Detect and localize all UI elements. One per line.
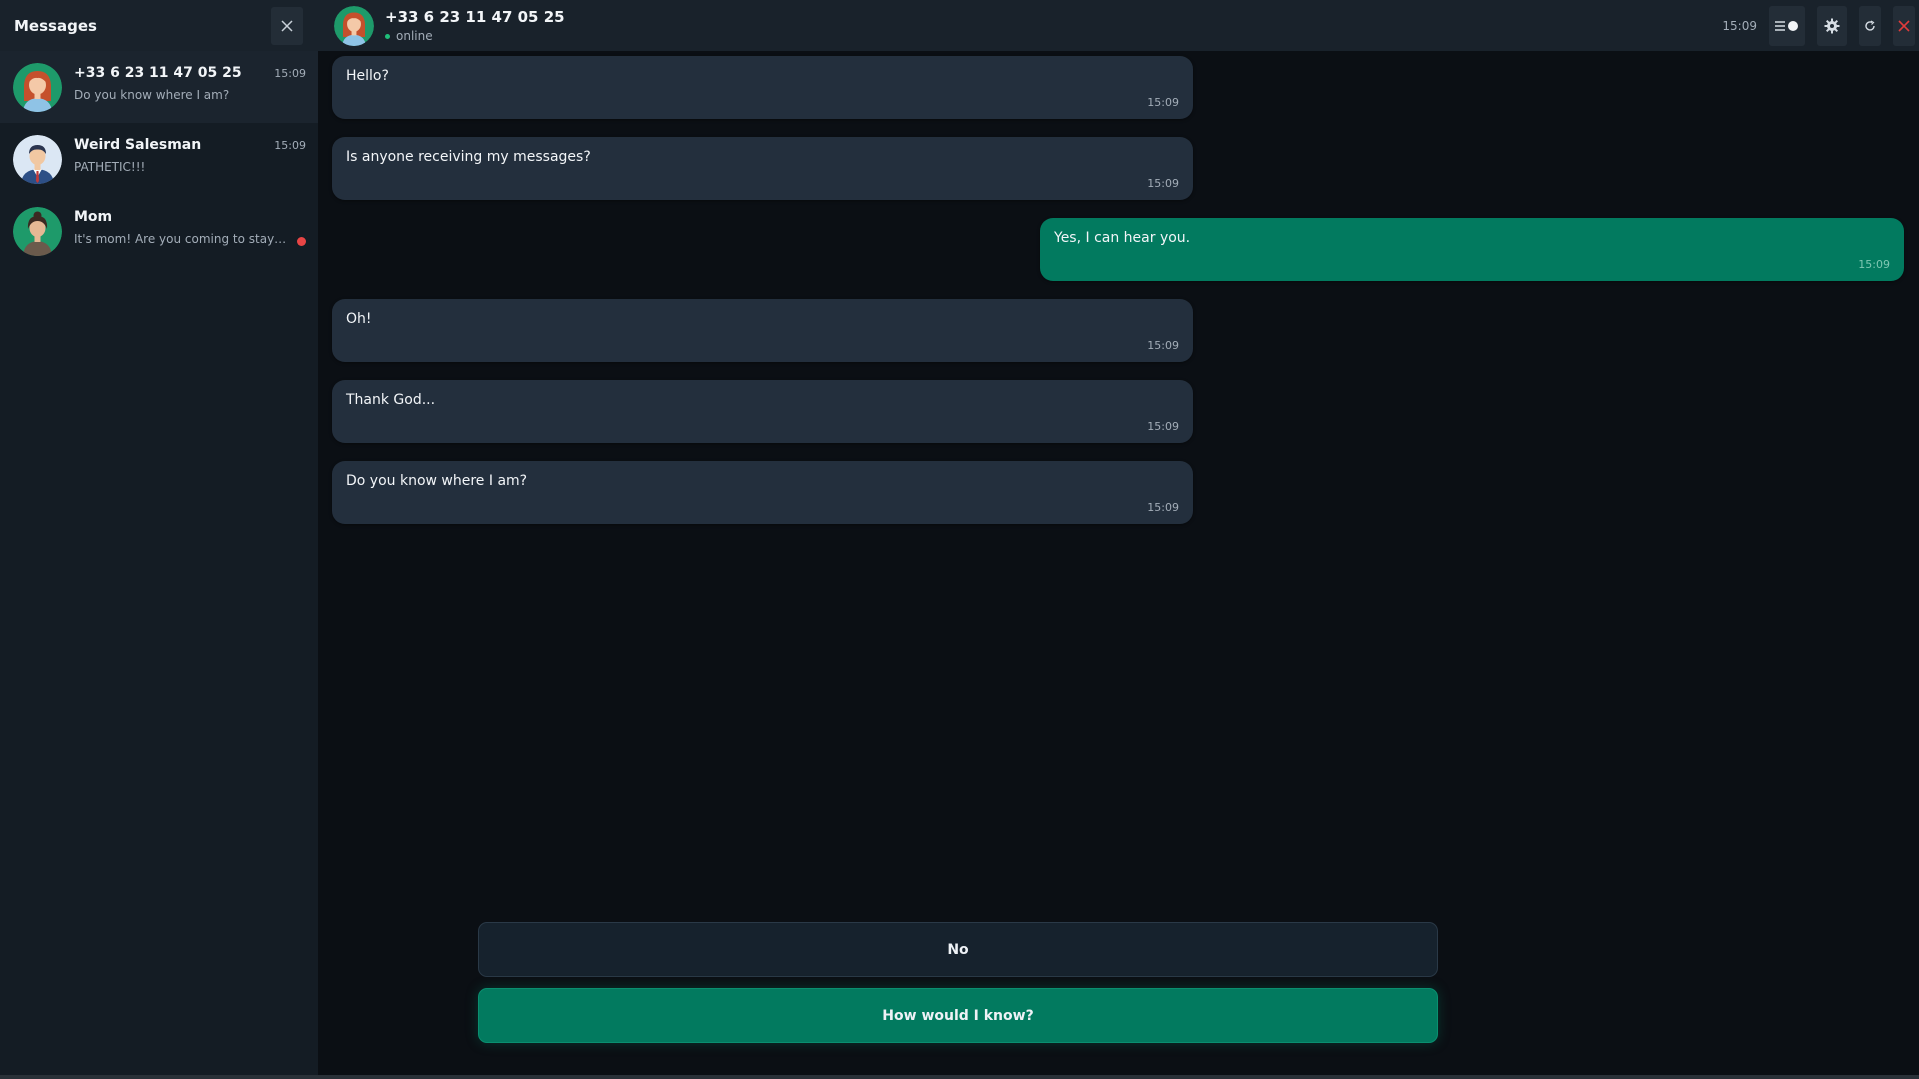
message-text: Is anyone receiving my messages?: [346, 149, 591, 165]
conversation-body: +33 6 23 11 47 05 25 15:09 Do you know w…: [74, 63, 306, 112]
conversation-preview: PATHETIC!!!: [74, 159, 146, 174]
sidebar-header: Messages: [0, 0, 318, 51]
conversation-time: 15:09: [274, 66, 306, 80]
message-text: Hello?: [346, 68, 389, 84]
chat-header: +33 6 23 11 47 05 25 online 15:09: [318, 0, 1919, 51]
conversation-name: Mom: [74, 208, 113, 225]
clock: 15:09: [1722, 18, 1757, 33]
conversation-body: Mom It's mom! Are you coming to stay fo.…: [74, 207, 306, 256]
conversation-preview: It's mom! Are you coming to stay fo...: [74, 231, 289, 246]
contact-info: +33 6 23 11 47 05 25 online: [385, 8, 565, 43]
avatar: [13, 62, 62, 112]
message-bubble-incoming: Do you know where I am? 15:09: [332, 461, 1193, 524]
conversation-preview: Do you know where I am?: [74, 87, 230, 102]
online-dot: [385, 33, 390, 39]
conversation-sidebar: Messages +33 6 23 11 47 05 25 15:09 Do y…: [0, 0, 318, 1075]
message-text: Oh!: [346, 311, 372, 327]
chat-panel: +33 6 23 11 47 05 25 online 15:09 Hello?…: [318, 0, 1919, 1075]
message-time: 15:09: [1147, 420, 1179, 433]
conversation-name: +33 6 23 11 47 05 25: [74, 64, 242, 81]
message-time: 15:09: [1147, 339, 1179, 352]
conversation-time: 15:09: [274, 138, 306, 152]
reply-choice-button[interactable]: No: [478, 922, 1438, 977]
gear-icon: [1824, 18, 1840, 33]
conversation-body: Weird Salesman 15:09 PATHETIC!!!: [74, 135, 306, 184]
close-app-button[interactable]: [1893, 5, 1915, 46]
message-time: 15:09: [1147, 177, 1179, 190]
unread-indicator: [297, 236, 306, 246]
contact-name: +33 6 23 11 47 05 25: [385, 8, 565, 26]
message-bubble-incoming: Hello? 15:09: [332, 56, 1193, 119]
message-bubble-incoming: Is anyone receiving my messages? 15:09: [332, 137, 1193, 200]
header-controls: 15:09: [1722, 0, 1919, 51]
settings-button[interactable]: [1817, 5, 1847, 46]
conversation-item-weird-salesman[interactable]: Weird Salesman 15:09 PATHETIC!!!: [0, 123, 318, 195]
message-text: Yes, I can hear you.: [1054, 230, 1191, 246]
bottom-border: [0, 1075, 1919, 1079]
toggle-button[interactable]: [1769, 5, 1805, 46]
close-x-icon: [1898, 19, 1910, 32]
message-text: Thank God...: [346, 392, 436, 408]
close-icon: [281, 19, 293, 32]
status-text: online: [396, 29, 433, 43]
contact-avatar: [334, 5, 374, 46]
avatar: [13, 134, 62, 184]
messenger-app: Messages +33 6 23 11 47 05 25 15:09 Do y…: [0, 0, 1919, 1079]
message-bubble-incoming: Thank God... 15:09: [332, 380, 1193, 443]
message-time: 15:09: [1147, 96, 1179, 109]
message-text: Do you know where I am?: [346, 473, 528, 489]
conversation-name: Weird Salesman: [74, 136, 202, 153]
refresh-icon: [1865, 19, 1875, 31]
refresh-button[interactable]: [1859, 5, 1881, 46]
avatar: [13, 206, 62, 256]
message-bubble-incoming: Oh! 15:09: [332, 299, 1193, 362]
toggle-icon: [1775, 20, 1798, 31]
reply-choice-button[interactable]: How would I know?: [478, 988, 1438, 1043]
conversation-item-unknown-number[interactable]: +33 6 23 11 47 05 25 15:09 Do you know w…: [0, 51, 318, 123]
message-bubble-outgoing: Yes, I can hear you. 15:09: [1040, 218, 1904, 281]
contact-status: online: [385, 29, 565, 43]
conversation-item-mom[interactable]: Mom It's mom! Are you coming to stay fo.…: [0, 195, 318, 267]
message-time: 15:09: [1858, 258, 1890, 271]
sidebar-title: Messages: [14, 16, 97, 35]
close-sidebar-button[interactable]: [271, 6, 303, 45]
message-time: 15:09: [1147, 501, 1179, 514]
